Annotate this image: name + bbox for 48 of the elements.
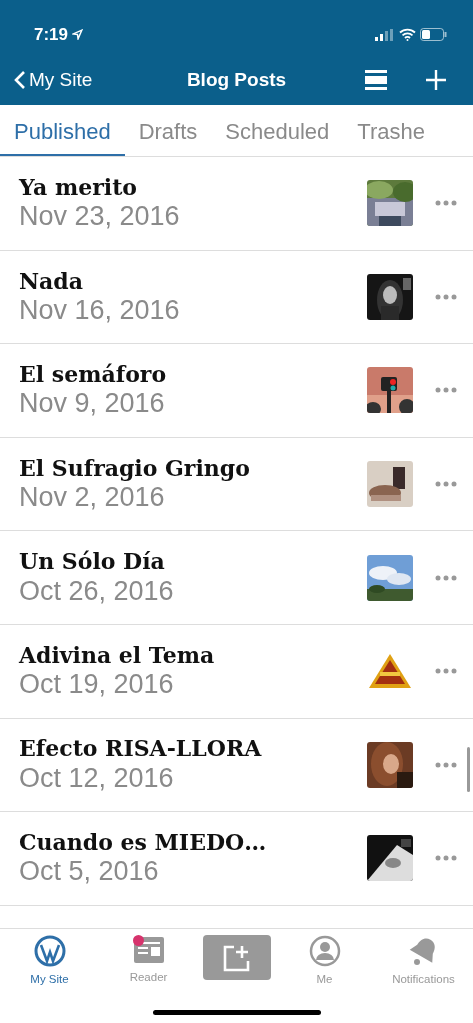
post-date: Oct 19, 2016 xyxy=(19,668,175,701)
post-title: El semáforo xyxy=(19,361,168,388)
wifi-icon xyxy=(399,28,416,41)
post-title: Ya merito xyxy=(19,173,138,201)
post-date: Nov 9, 2016 xyxy=(19,387,166,420)
tab-bar-item[interactable]: Me xyxy=(279,935,370,989)
scroll-indicator xyxy=(467,747,470,792)
more-icon[interactable] xyxy=(435,200,457,207)
post-title: Adivina el Tema xyxy=(19,641,216,669)
person-icon xyxy=(308,935,341,967)
post-title: Un Sólo Día xyxy=(19,548,166,575)
post-date: Nov 16, 2016 xyxy=(19,293,181,327)
post-date: Nov 23, 2016 xyxy=(19,200,181,233)
post-date: Nov 2, 2016 xyxy=(19,481,166,514)
more-icon[interactable] xyxy=(435,387,457,394)
post-title: Nada xyxy=(19,267,84,294)
tab[interactable]: Scheduled xyxy=(211,105,344,156)
tab-bar-item[interactable]: My Site xyxy=(4,935,95,989)
more-icon[interactable] xyxy=(435,481,457,488)
post-title: Efecto RISA-LLORA xyxy=(19,735,263,762)
post-date: Oct 26, 2016 xyxy=(19,574,175,608)
tab[interactable]: Drafts xyxy=(124,105,212,156)
newspaper-icon xyxy=(132,935,165,965)
post-title: Cuando es MIEDO… xyxy=(19,829,268,856)
add-icon[interactable] xyxy=(425,69,447,91)
tab-bar-item[interactable]: Reader xyxy=(103,935,194,989)
more-icon[interactable] xyxy=(435,293,457,300)
more-icon[interactable] xyxy=(435,761,457,768)
clock-time: 7:19 xyxy=(34,23,69,46)
more-icon[interactable] xyxy=(435,668,457,675)
post-date: Oct 5, 2016 xyxy=(19,855,160,888)
page-title: Blog Posts xyxy=(186,67,287,92)
signal-icon xyxy=(375,28,395,41)
tab-bar-item[interactable]: Notifications xyxy=(378,935,469,989)
tab[interactable]: Trashe xyxy=(343,105,439,156)
more-icon[interactable] xyxy=(435,855,457,862)
post-title: El Sufragio Gringo xyxy=(19,454,251,482)
list-view-icon[interactable] xyxy=(365,70,387,90)
post-date: Oct 12, 2016 xyxy=(19,761,175,795)
battery-icon xyxy=(420,28,447,41)
add-post-icon xyxy=(221,943,252,972)
wordpress-icon xyxy=(33,935,66,967)
location-icon xyxy=(72,29,84,40)
more-icon[interactable] xyxy=(435,574,457,581)
tab[interactable]: Published xyxy=(0,105,125,156)
back-button[interactable]: My Site xyxy=(14,65,93,95)
write-button[interactable] xyxy=(202,935,271,980)
chevron-left-icon xyxy=(14,70,26,90)
